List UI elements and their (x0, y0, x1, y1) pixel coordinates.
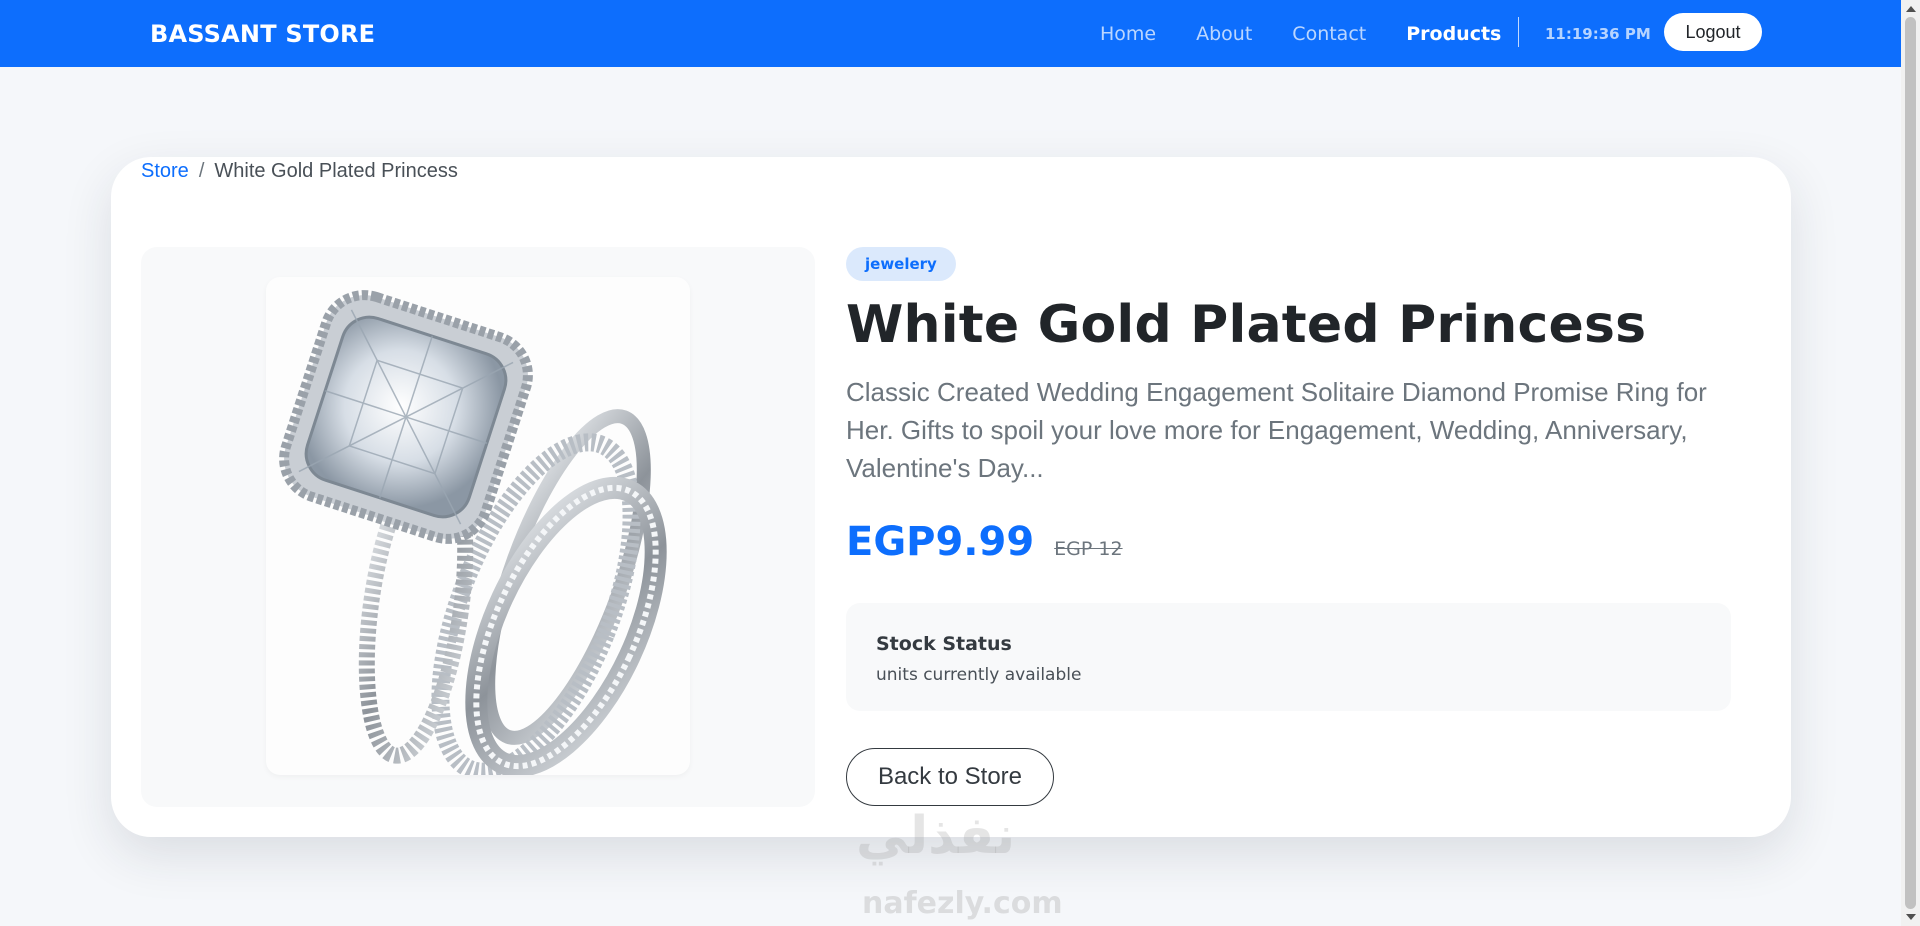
page-scrollbar[interactable] (1901, 0, 1920, 926)
back-to-store-button[interactable]: Back to Store (846, 748, 1054, 806)
scroll-down-arrow-icon[interactable] (1906, 914, 1916, 920)
nav-link-products[interactable]: Products (1406, 23, 1501, 45)
nav-link-home[interactable]: Home (1100, 23, 1156, 45)
breadcrumb: Store / White Gold Plated Princess (141, 160, 458, 183)
scroll-thumb[interactable] (1905, 17, 1916, 909)
scroll-up-arrow-icon[interactable] (1906, 6, 1916, 12)
category-badge: jewelery (846, 247, 956, 281)
stock-status-box: Stock Status units currently available (846, 603, 1731, 711)
product-details: jewelery White Gold Plated Princess Clas… (846, 247, 1756, 711)
stock-status-title: Stock Status (876, 633, 1012, 655)
product-title: White Gold Plated Princess (846, 295, 1647, 355)
watermark-logo: نفذلي (856, 806, 1016, 866)
product-card: Store / White Gold Plated Princess jewel… (111, 157, 1791, 837)
top-navbar: BASSANT STORE Home About Contact Product… (0, 0, 1901, 67)
nav-link-about[interactable]: About (1196, 23, 1252, 45)
breadcrumb-separator: / (198, 160, 205, 182)
nav-divider (1518, 17, 1519, 47)
product-description: Classic Created Wedding Engagement Solit… (846, 377, 1707, 483)
nav-links: Home About Contact Products (1100, 0, 1541, 67)
old-price: EGP 12 (1054, 538, 1123, 560)
watermark-text: nafezly.com (862, 886, 1063, 921)
current-price: EGP9.99 (846, 519, 1035, 565)
stock-status-text: units currently available (876, 665, 1082, 685)
brand-logo[interactable]: BASSANT STORE (150, 0, 375, 67)
breadcrumb-current: White Gold Plated Princess (214, 160, 458, 182)
logout-button[interactable]: Logout (1664, 13, 1762, 51)
breadcrumb-store-link[interactable]: Store (141, 160, 189, 183)
clock-display: 11:19:36 PM (1545, 24, 1651, 43)
nav-link-contact[interactable]: Contact (1292, 23, 1366, 45)
price-row: EGP9.99 EGP 12 (846, 519, 1756, 565)
ring-image (266, 277, 690, 775)
product-image-panel (141, 247, 815, 807)
